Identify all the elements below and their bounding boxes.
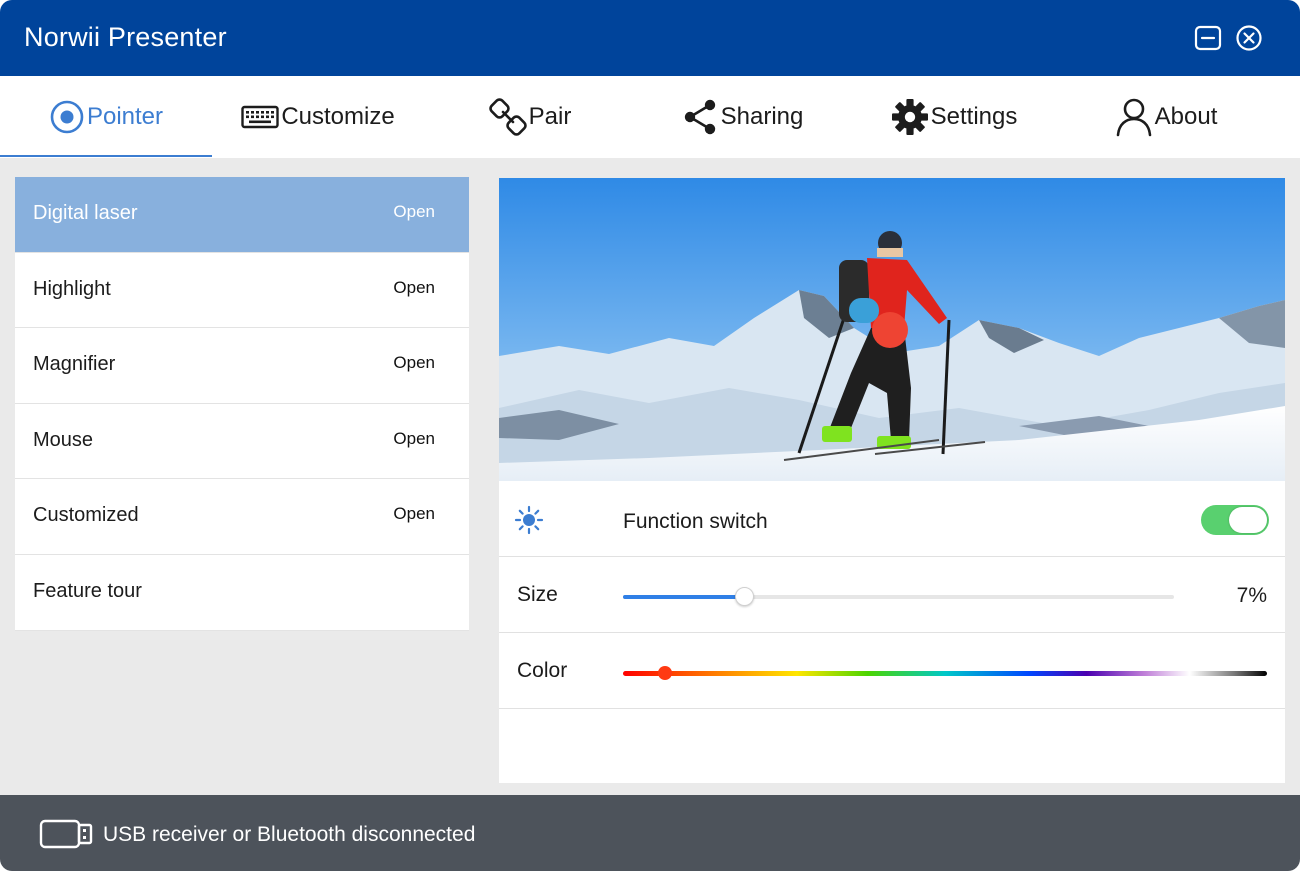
color-slider[interactable] (623, 666, 1267, 680)
gear-icon (891, 99, 928, 135)
share-icon (684, 99, 715, 135)
app-window: Norwii Presenter Pointer Customize Pair … (0, 0, 1300, 871)
feature-list: Digital laser Open Highlight Open Magnif… (15, 177, 469, 631)
size-value: 7% (1236, 584, 1267, 607)
feature-name: Magnifier (33, 353, 116, 376)
tab-pair[interactable]: Pair (424, 76, 636, 158)
tab-about[interactable]: About (1060, 76, 1272, 158)
feature-name: Digital laser (33, 202, 138, 224)
tab-pair-label: Pair (528, 103, 572, 130)
size-slider[interactable] (623, 587, 1174, 606)
open-link[interactable]: Open (393, 353, 435, 373)
function-switch-label: Function switch (623, 510, 768, 533)
feature-item-highlight[interactable]: Highlight Open (15, 252, 469, 329)
toggle-knob (1229, 507, 1267, 533)
function-switch-row: Function switch (499, 481, 1285, 557)
size-slider-fill (623, 595, 745, 599)
active-tab-indicator (0, 155, 212, 157)
open-link[interactable]: Open (393, 202, 435, 222)
tab-settings[interactable]: Settings (848, 76, 1060, 158)
tab-pointer-label: Pointer (86, 103, 164, 130)
tab-customize[interactable]: Customize (212, 76, 424, 158)
user-icon (1116, 98, 1151, 137)
tab-sharing-label: Sharing (720, 103, 804, 130)
size-row: Size 7% (499, 557, 1285, 633)
feature-item-mouse[interactable]: Mouse Open (15, 403, 469, 480)
open-link[interactable]: Open (393, 429, 435, 449)
detail-panel: Function switch Size 7% Color (499, 178, 1285, 783)
function-switch-toggle[interactable] (1201, 505, 1269, 535)
tab-about-label: About (1154, 103, 1218, 130)
preview-image (499, 178, 1285, 481)
pointer-target-icon (50, 100, 84, 134)
link-icon (488, 98, 527, 136)
tab-settings-label: Settings (930, 103, 1018, 130)
feature-name: Highlight (33, 277, 111, 300)
feature-item-magnifier[interactable]: Magnifier Open (15, 328, 469, 404)
status-text: USB receiver or Bluetooth disconnected (103, 823, 476, 846)
status-bar: USB receiver or Bluetooth disconnected (0, 795, 1300, 871)
tab-pointer[interactable]: Pointer (0, 76, 212, 158)
tab-sharing[interactable]: Sharing (636, 76, 848, 158)
keyboard-icon (241, 105, 280, 129)
sun-icon (514, 505, 544, 535)
laser-pointer-dot (872, 312, 908, 348)
feature-name: Mouse (33, 428, 94, 451)
color-row: Color (499, 633, 1285, 709)
minimize-icon[interactable] (1194, 24, 1222, 52)
size-slider-thumb[interactable] (735, 587, 755, 606)
tab-customize-label: Customize (281, 103, 395, 130)
open-link[interactable]: Open (393, 278, 435, 298)
feature-item-customized[interactable]: Customized Open (15, 479, 469, 555)
size-label: Size (517, 583, 558, 606)
color-label: Color (517, 659, 568, 682)
open-link[interactable]: Open (393, 504, 435, 524)
app-title: Norwii Presenter (24, 22, 227, 52)
title-bar: Norwii Presenter (0, 0, 1300, 76)
tab-bar: Pointer Customize Pair Sharing Settings … (0, 76, 1300, 158)
close-icon[interactable] (1235, 24, 1263, 52)
feature-name: Feature tour (33, 579, 142, 602)
feature-item-feature-tour[interactable]: Feature tour (15, 554, 469, 631)
feature-name: Customized (33, 504, 139, 527)
usb-receiver-icon (39, 819, 93, 849)
color-slider-thumb[interactable] (657, 666, 672, 680)
feature-item-digital-laser[interactable]: Digital laser Open (15, 177, 469, 253)
